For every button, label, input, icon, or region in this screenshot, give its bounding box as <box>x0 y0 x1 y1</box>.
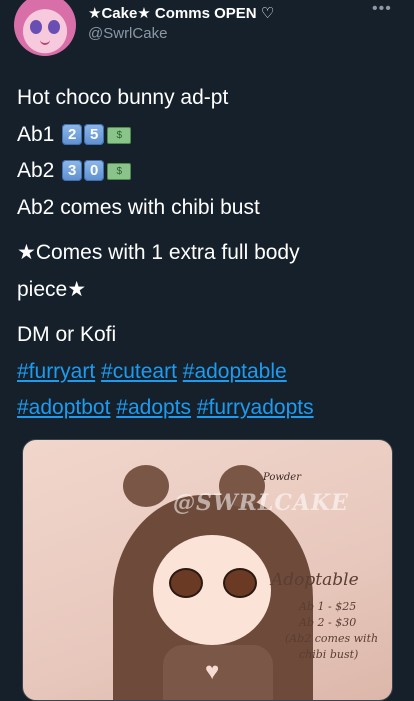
keycap-digit-icon: 2 <box>62 123 83 145</box>
keycap-digit-icon: 5 <box>84 123 105 145</box>
ab1-label: Ab1 <box>17 122 55 146</box>
hashtag-link[interactable]: #furryart <box>17 360 95 383</box>
tweet-line-ab2-note: Ab2 comes with chibi bust <box>17 195 260 219</box>
hashtag-link[interactable]: #adoptbot <box>17 396 110 419</box>
media-price-line: Ab 2 - $30 <box>299 616 357 629</box>
hashtag-link[interactable]: #furryadopts <box>197 396 314 419</box>
ab2-label: Ab2 <box>17 159 55 182</box>
display-name[interactable]: ★Cake★ Comms OPEN ♡ <box>88 4 274 22</box>
money-icon: $ <box>107 163 132 180</box>
media-note-line: (Ab2 comes with <box>285 632 379 645</box>
tweet-line-title: Hot choco bunny ad-pt <box>17 86 229 109</box>
media-watermark: @SWRLCAKE <box>173 490 349 516</box>
hashtag-link[interactable]: #adopts <box>116 396 191 419</box>
money-icon: $ <box>107 126 132 144</box>
media-signature: Powder <box>263 472 302 483</box>
tweet-header: ★Cake★ Comms OPEN ♡ @SwrlCake ••• <box>0 0 414 60</box>
hashtag-row: #adoptbot #adopts #furryadopts <box>17 390 402 427</box>
user-handle[interactable]: @SwrlCake <box>88 25 167 42</box>
media-note-line: chibi bust) <box>299 648 359 661</box>
tweet-line-ab1: Ab1 2 5 $ <box>17 117 402 154</box>
keycap-digit-icon: 0 <box>84 160 105 181</box>
hashtag-link[interactable]: #cuteart <box>101 360 177 383</box>
tweet-line-contact: DM or Kofi <box>17 323 117 346</box>
tweet-line-extra-cont: piece★ <box>17 277 87 301</box>
art-ear <box>123 465 169 507</box>
more-dots-icon[interactable]: ••• <box>372 0 392 18</box>
media-price-line: Ab 1 - $25 <box>299 600 357 613</box>
keycap-digit-icon: 3 <box>62 160 83 181</box>
tweet-text: Hot choco bunny ad-pt Ab1 2 5 $ Ab2 3 0 $ Ab… <box>17 80 402 427</box>
tweet-line-ab2: Ab2 3 0 $ <box>17 153 402 190</box>
hashtag-row: #furryart #cuteart #adoptable <box>17 354 402 391</box>
tweet-line-extra: ★Comes with 1 extra full body <box>17 241 300 264</box>
art-eye <box>169 568 203 598</box>
avatar-mouth <box>40 38 50 45</box>
art-eye <box>223 568 257 598</box>
hashtag-link[interactable]: #adoptable <box>183 360 287 383</box>
heart-icon: ♥ <box>205 658 220 685</box>
avatar-eye <box>48 20 60 34</box>
media-title: Adoptable <box>271 570 359 590</box>
tweet-media-image[interactable]: ♥ @SWRLCAKE Powder Adoptable Ab 1 - $25 … <box>22 439 393 701</box>
avatar-eye <box>30 20 42 34</box>
avatar[interactable] <box>14 0 76 56</box>
